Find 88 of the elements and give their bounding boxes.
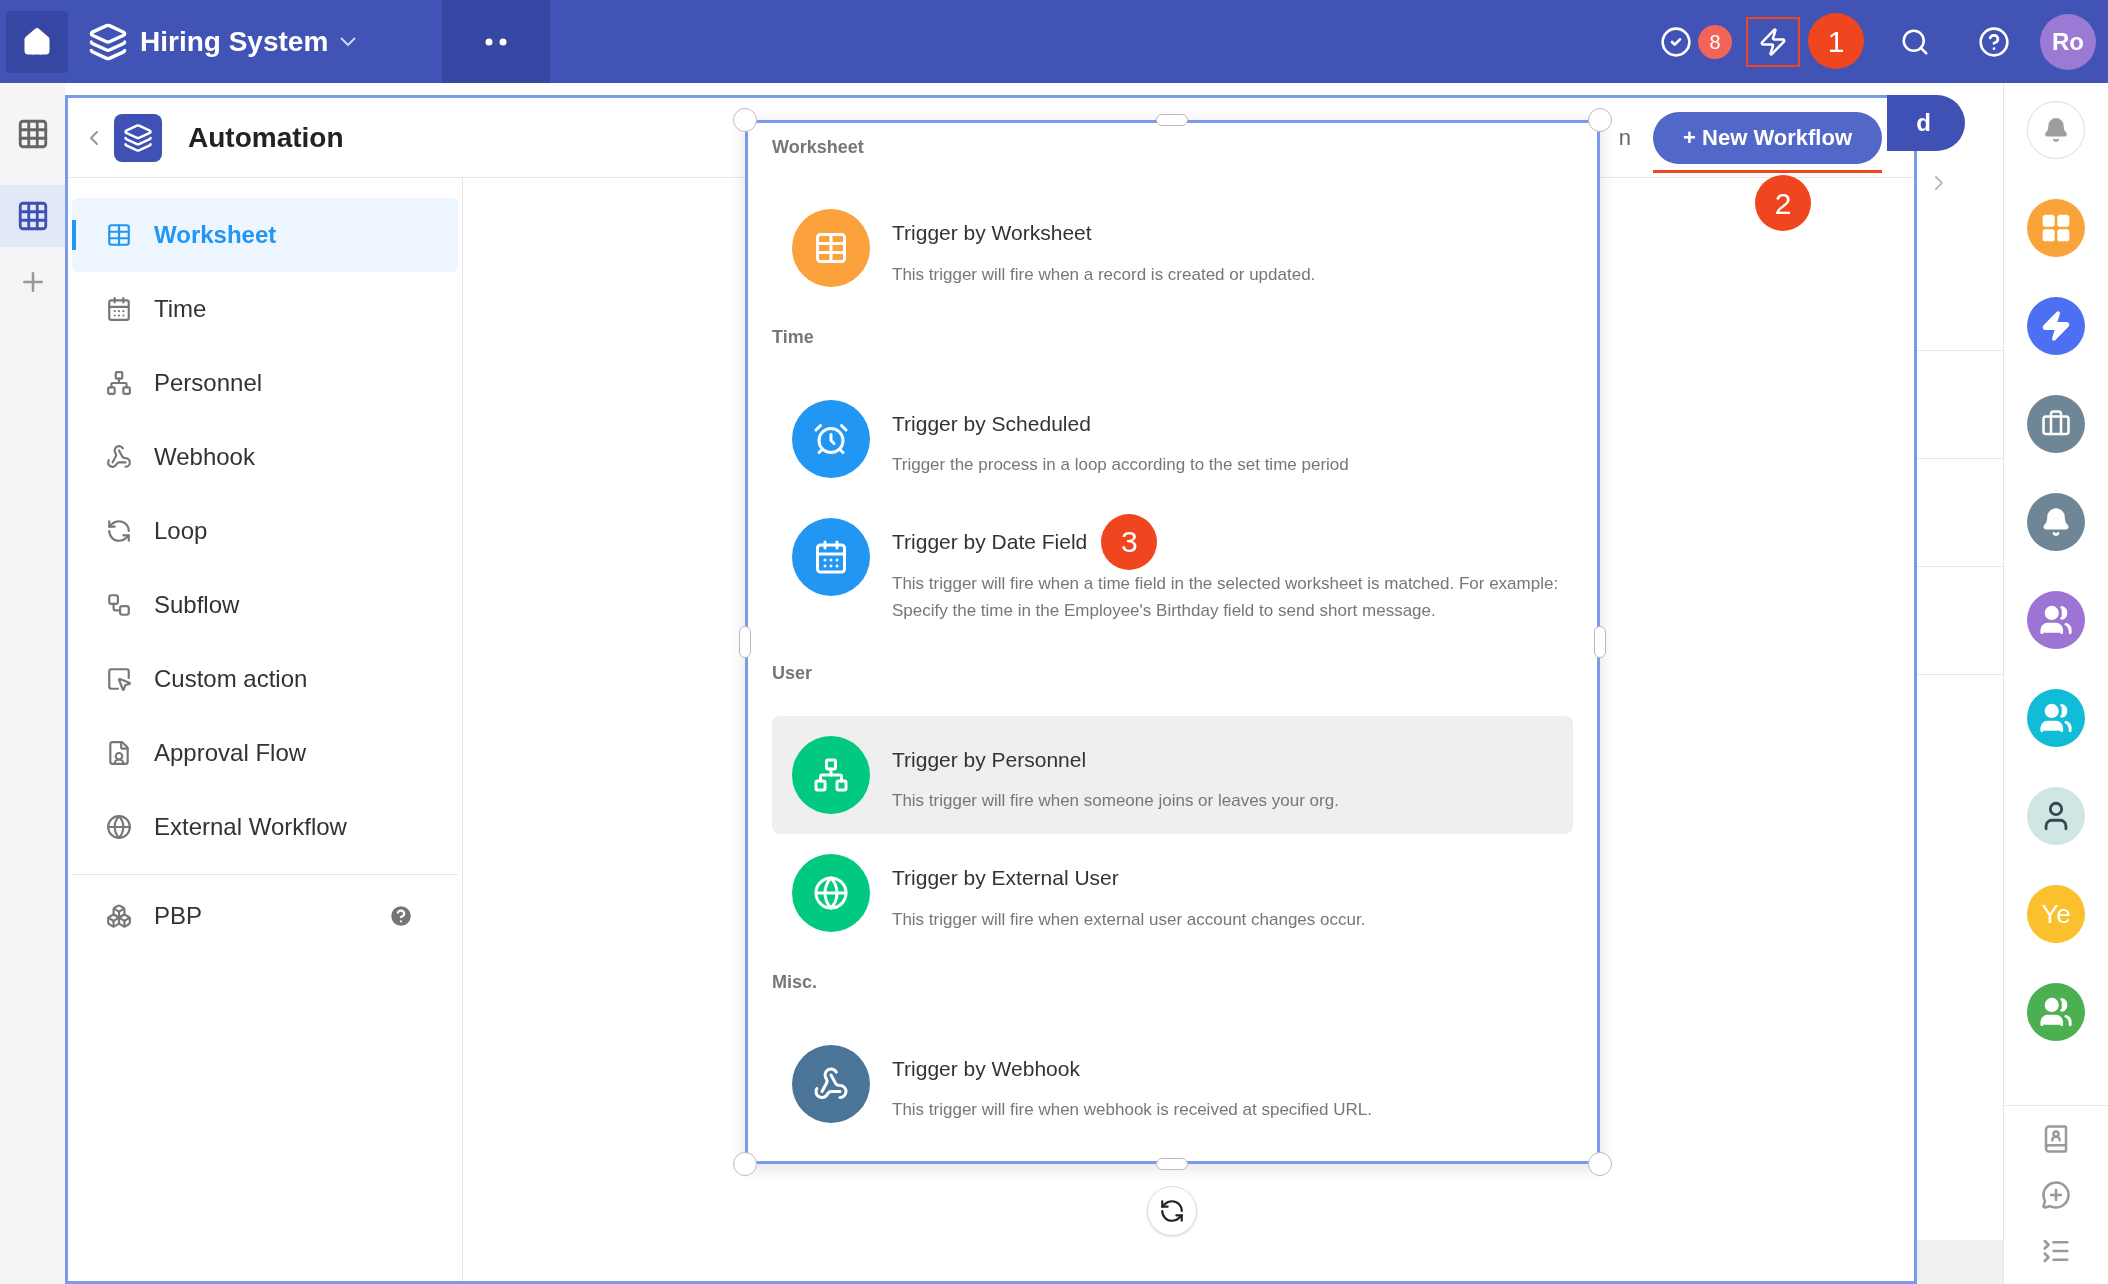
calendar-icon <box>106 296 132 322</box>
hierarchy-icon <box>813 756 849 793</box>
resize-handle[interactable] <box>739 626 751 658</box>
sidebar-item[interactable]: Custom action <box>72 642 458 716</box>
app-logo-icon <box>88 21 128 62</box>
grid-icon <box>2040 212 2072 244</box>
rotate-icon <box>1159 1198 1185 1224</box>
home-icon <box>22 26 52 57</box>
section-heading: Worksheet <box>772 135 865 159</box>
rotate-button[interactable] <box>1147 1186 1197 1236</box>
sidebar-item[interactable]: Subflow <box>72 568 458 642</box>
table-icon <box>813 230 849 266</box>
trigger-title: Trigger by External User <box>892 865 1119 891</box>
new-workflow-button[interactable]: + New Workflow <box>1653 111 1882 164</box>
resize-handle[interactable] <box>1156 1158 1188 1170</box>
step-marker: 2 <box>1755 175 1811 231</box>
resize-handle[interactable] <box>1594 626 1606 658</box>
chat-add-icon[interactable] <box>2041 1180 2071 1210</box>
apps-button[interactable] <box>2027 199 2085 257</box>
trigger-title: Trigger by Webhook <box>892 1055 1080 1082</box>
globe-icon <box>106 814 132 840</box>
bolt-icon <box>1758 26 1788 57</box>
section-heading: User <box>772 662 814 685</box>
hierarchy-icon <box>106 370 132 396</box>
webhook-icon <box>813 1065 849 1102</box>
home-button[interactable] <box>6 10 68 73</box>
section-heading: Misc. <box>772 971 819 994</box>
trigger-title: Trigger by Personnel <box>892 746 1087 773</box>
trigger-description: This trigger will fire when someone joins or leaves your org. <box>892 790 1340 812</box>
sidebar-item[interactable]: PBP <box>154 898 203 934</box>
loop-icon <box>106 518 132 544</box>
group-icon <box>2039 995 2073 1029</box>
step-marker: 1 <box>1808 13 1864 69</box>
boxes-icon <box>106 903 132 929</box>
group-icon <box>2039 701 2073 735</box>
trigger-description: This trigger will fire when a time field in the selected worksheet is matched. For example: Specify the time in the Employee's Birthday field to send short message. <box>892 572 1560 622</box>
group-icon <box>2039 603 2073 637</box>
bolt-icon <box>2040 310 2072 342</box>
check-circle-icon <box>1660 25 1692 58</box>
sidebar-item[interactable]: External Workflow <box>72 790 458 864</box>
trigger-description: This trigger will fire when webhook is received at specified URL. <box>892 1099 1373 1121</box>
trigger-description: Trigger the process in a loop according to the set time period <box>892 454 1350 476</box>
help-icon[interactable] <box>1978 25 2010 58</box>
dots-icon <box>485 37 508 46</box>
automation-button[interactable] <box>1746 16 1800 67</box>
sidebar-item[interactable]: Personnel <box>72 346 458 420</box>
trigger-option[interactable]: Trigger by Personnel This trigger will fire when someone joins or leaves your org. <box>772 715 1573 834</box>
table-icon <box>106 222 132 248</box>
subflow-icon <box>106 592 132 618</box>
resize-handle[interactable] <box>1156 114 1188 126</box>
page-title: Automation <box>188 120 344 155</box>
resize-handle[interactable] <box>1588 108 1612 132</box>
section-heading: Time <box>772 326 815 349</box>
cursor-card-icon <box>106 666 132 692</box>
calendar-icon <box>813 539 849 575</box>
sidebar-item[interactable]: Time <box>72 272 458 346</box>
chevron-down-icon <box>340 37 357 46</box>
group-avatar[interactable] <box>2027 983 2085 1041</box>
trigger-description: This trigger will fire when external user account changes occur. <box>892 908 1367 931</box>
bell-button[interactable] <box>2027 493 2085 551</box>
step-marker: 3 <box>1101 513 1158 570</box>
resize-handle[interactable] <box>1588 1152 1612 1176</box>
globe-icon <box>813 875 849 911</box>
help-icon[interactable] <box>388 903 414 929</box>
automation-button[interactable] <box>2027 297 2085 355</box>
document-user-icon <box>106 740 132 766</box>
group-avatar[interactable] <box>2027 591 2085 649</box>
trigger-title: Trigger by Worksheet <box>892 220 1092 246</box>
bell-icon <box>2043 117 2069 143</box>
resize-handle[interactable] <box>733 1152 757 1176</box>
trigger-title: Trigger by Scheduled <box>892 410 1091 437</box>
sidebar-item[interactable]: Loop <box>72 494 458 568</box>
partial-button[interactable]: d <box>1887 95 1965 151</box>
layers-icon <box>123 122 153 153</box>
briefcase-button[interactable] <box>2027 395 2085 453</box>
group-avatar[interactable] <box>2027 689 2085 747</box>
app-switcher[interactable]: Hiring System <box>88 20 357 63</box>
bell-icon <box>2041 507 2071 537</box>
worksheet-grid-button[interactable] <box>0 185 65 247</box>
sidebar-item[interactable]: Approval Flow <box>72 716 458 790</box>
trigger-description: This trigger will fire when a record is created or updated. <box>892 263 1317 286</box>
trigger-title: Trigger by Date Field <box>892 529 1088 555</box>
app-name: Hiring System <box>140 24 329 59</box>
resize-handle[interactable] <box>733 108 757 132</box>
count-badge: 8 <box>1698 24 1732 59</box>
webhook-icon <box>106 444 132 470</box>
sidebar-item[interactable]: Webhook <box>72 420 458 494</box>
partial-text: n <box>1618 124 1632 152</box>
